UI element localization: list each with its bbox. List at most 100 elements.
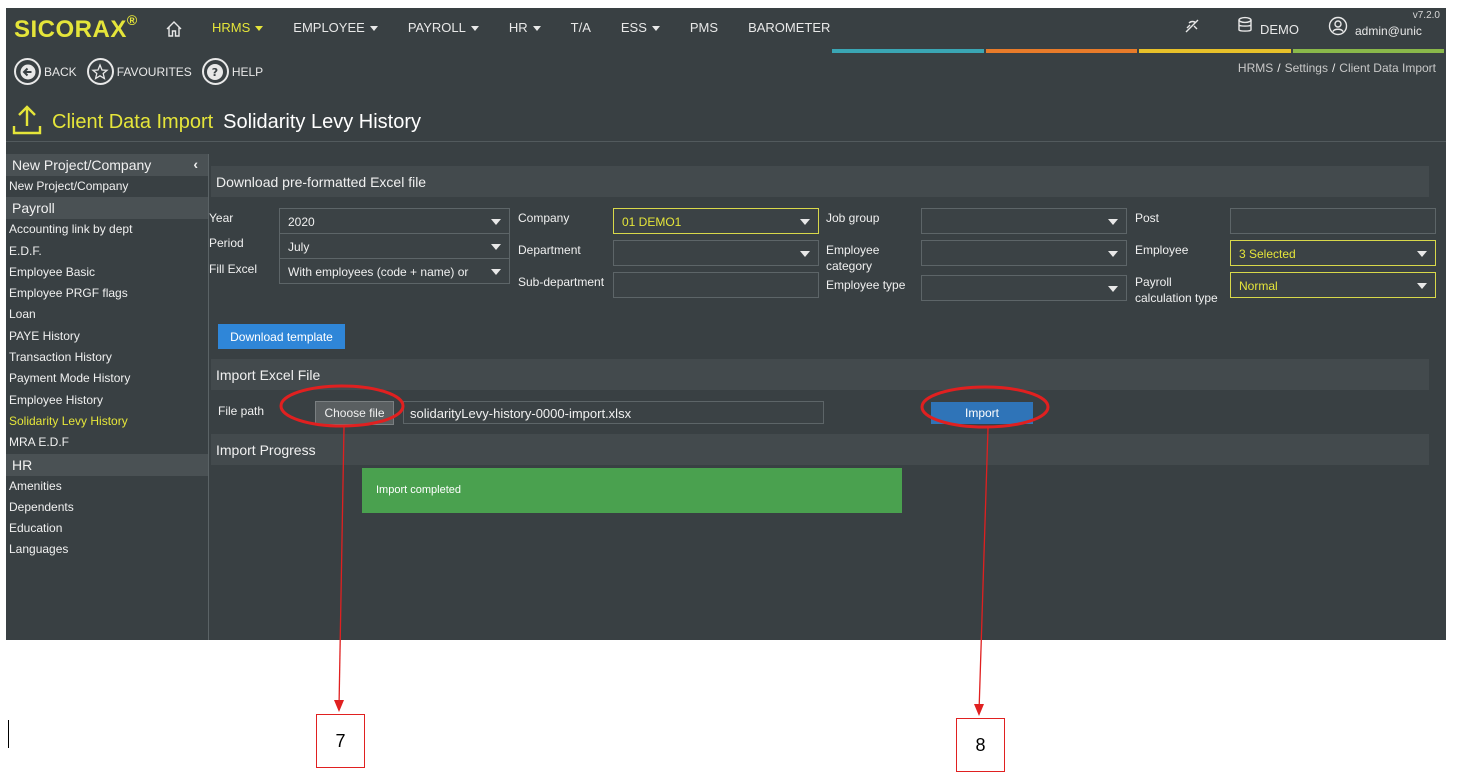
employee-category-label: Employee category (826, 243, 880, 273)
user-label: admin@unic (1355, 23, 1422, 38)
main-menu: HRMS EMPLOYEE PAYROLL HR T/A ESS PMS BAROMETER (212, 20, 860, 35)
caret-down-icon (532, 26, 541, 32)
sidebar-item-new-project-company[interactable]: New Project/Company (6, 176, 208, 197)
import-progress-bar: Import completed (362, 468, 902, 513)
department-select[interactable] (613, 240, 819, 266)
sidebar-item-employee-prgf-flags[interactable]: Employee PRGF flags (6, 283, 208, 304)
color-stripe-segment (832, 49, 984, 53)
period-label: Period (209, 236, 244, 250)
job-group-select[interactable] (921, 208, 1127, 234)
nav-item-label: PAYROLL (407, 20, 466, 35)
version-label: v7.2.0 (1412, 10, 1440, 21)
sub-department-label: Sub-department (518, 275, 605, 289)
upload-icon (12, 104, 42, 141)
user-menu[interactable]: admin@unic (1328, 16, 1422, 39)
breadcrumb-item[interactable]: Settings (1285, 61, 1328, 75)
back-label: BACK (44, 64, 77, 79)
sidebar-item-amenities[interactable]: Amenities (6, 476, 208, 497)
chevron-down-icon (1108, 286, 1118, 292)
post-input[interactable] (1230, 208, 1436, 234)
sidebar: New Project/Company ‹ New Project/Company P… (6, 154, 208, 640)
sidebar-item-e-d-f[interactable]: E.D.F. (6, 241, 208, 262)
user-icon (1328, 16, 1348, 39)
nav-item-employee[interactable]: EMPLOYEE (293, 20, 378, 35)
payroll-calculation-type-select[interactable]: Normal (1230, 272, 1436, 298)
nav-item-label: BAROMETER (748, 20, 831, 35)
nav-item-label: ESS (620, 20, 647, 35)
period-select[interactable]: July (279, 233, 510, 259)
back-arrow-icon (14, 58, 41, 85)
nav-item-label: EMPLOYEE (293, 20, 365, 35)
download-section-header: Download pre-formatted Excel file (211, 166, 1429, 197)
company-label: Company (518, 211, 570, 225)
chevron-down-icon (1108, 251, 1118, 257)
breadcrumb-item[interactable]: HRMS (1238, 61, 1273, 75)
sidebar-heading-label: HR (12, 456, 33, 473)
nav-item-t-a[interactable]: T/A (571, 20, 591, 35)
app-window: SICORAX® HRMS EMPLOYEE PAYROLL HR T/A ESS PMS B… (6, 8, 1446, 640)
sidebar-item-languages[interactable]: Languages (6, 539, 208, 560)
home-icon[interactable] (164, 19, 184, 44)
breadcrumb-separator: / (1277, 61, 1281, 75)
help-button[interactable]: ? HELP (201, 58, 264, 85)
database-selector[interactable]: DEMO (1236, 16, 1299, 37)
nav-item-hrms[interactable]: HRMS (212, 20, 264, 35)
sidebar-item-loan[interactable]: Loan (6, 304, 208, 325)
chevron-down-icon (491, 219, 501, 225)
sidebar-item-mra-e-d-f[interactable]: MRA E.D.F (6, 432, 208, 453)
sidebar-item-accounting-link-by-dept[interactable]: Accounting link by dept (6, 219, 208, 240)
page-subtitle: Solidarity Levy History (223, 111, 422, 133)
color-stripe-segment (985, 49, 1137, 53)
sub-department-input[interactable] (613, 272, 819, 298)
chevron-down-icon (1108, 219, 1118, 225)
import-progress-header: Import Progress (211, 434, 1429, 465)
connection-status-icon[interactable] (1182, 16, 1202, 36)
nav-item-pms[interactable]: PMS (690, 20, 718, 35)
nav-item-hr[interactable]: HR (509, 20, 541, 35)
sidebar-item-employee-history[interactable]: Employee History (6, 390, 208, 411)
employee-category-select[interactable] (921, 240, 1127, 266)
favourites-button[interactable]: FAVOURITES (86, 58, 192, 85)
year-select[interactable]: 2020 (279, 208, 510, 234)
callout-7-arrowhead (334, 700, 344, 712)
brand-logo[interactable]: SICORAX® (14, 12, 138, 44)
download-template-button[interactable]: Download template (218, 324, 345, 349)
caret-down-icon (470, 26, 479, 32)
nav-item-label: HRMS (212, 20, 251, 35)
import-section-header: Import Excel File (211, 359, 1429, 390)
callout-7: 7 (316, 714, 365, 768)
breadcrumb-item[interactable]: Client Data Import (1339, 61, 1436, 75)
sidebar-item-education[interactable]: Education (6, 518, 208, 539)
employee-select[interactable]: 3 Selected (1230, 240, 1436, 266)
sidebar-item-transaction-history[interactable]: Transaction History (6, 347, 208, 368)
nav-item-ess[interactable]: ESS (621, 20, 660, 35)
help-icon: ? (201, 58, 229, 85)
collapse-sidebar-icon[interactable]: ‹ (193, 156, 198, 172)
nav-item-payroll[interactable]: PAYROLL (408, 20, 479, 35)
svg-text:?: ? (212, 66, 218, 79)
sidebar-item-employee-basic[interactable]: Employee Basic (6, 262, 208, 283)
sidebar-item-dependents[interactable]: Dependents (6, 497, 208, 518)
star-icon (86, 58, 114, 85)
choose-file-button[interactable]: Choose file (315, 401, 394, 425)
company-select[interactable]: 01 DEMO1 (613, 208, 819, 234)
payroll-calculation-type-label: Payroll calculation type (1135, 275, 1218, 305)
fill-excel-select[interactable]: With employees (code + name) or (279, 258, 510, 284)
color-stripe-segment (1292, 49, 1444, 53)
file-name-display: solidarityLevy-history-0000-import.xlsx (403, 401, 824, 424)
job-group-label: Job group (826, 211, 880, 225)
chevron-down-icon (1417, 251, 1427, 257)
favourites-label: FAVOURITES (116, 64, 192, 79)
employee-type-select[interactable] (921, 275, 1127, 301)
help-label: HELP (231, 64, 264, 79)
back-button[interactable]: BACK (14, 58, 77, 85)
sidebar-item-payment-mode-history[interactable]: Payment Mode History (6, 368, 208, 389)
employee-type-label: Employee type (826, 278, 906, 292)
nav-item-barometer[interactable]: BAROMETER (748, 20, 830, 35)
sidebar-item-paye-history[interactable]: PAYE History (6, 326, 208, 347)
year-label: Year (209, 211, 234, 225)
sidebar-item-solidarity-levy-history[interactable]: Solidarity Levy History (6, 411, 208, 432)
post-label: Post (1135, 211, 1160, 225)
caret-down-icon (255, 26, 264, 32)
import-button[interactable]: Import (931, 402, 1033, 424)
